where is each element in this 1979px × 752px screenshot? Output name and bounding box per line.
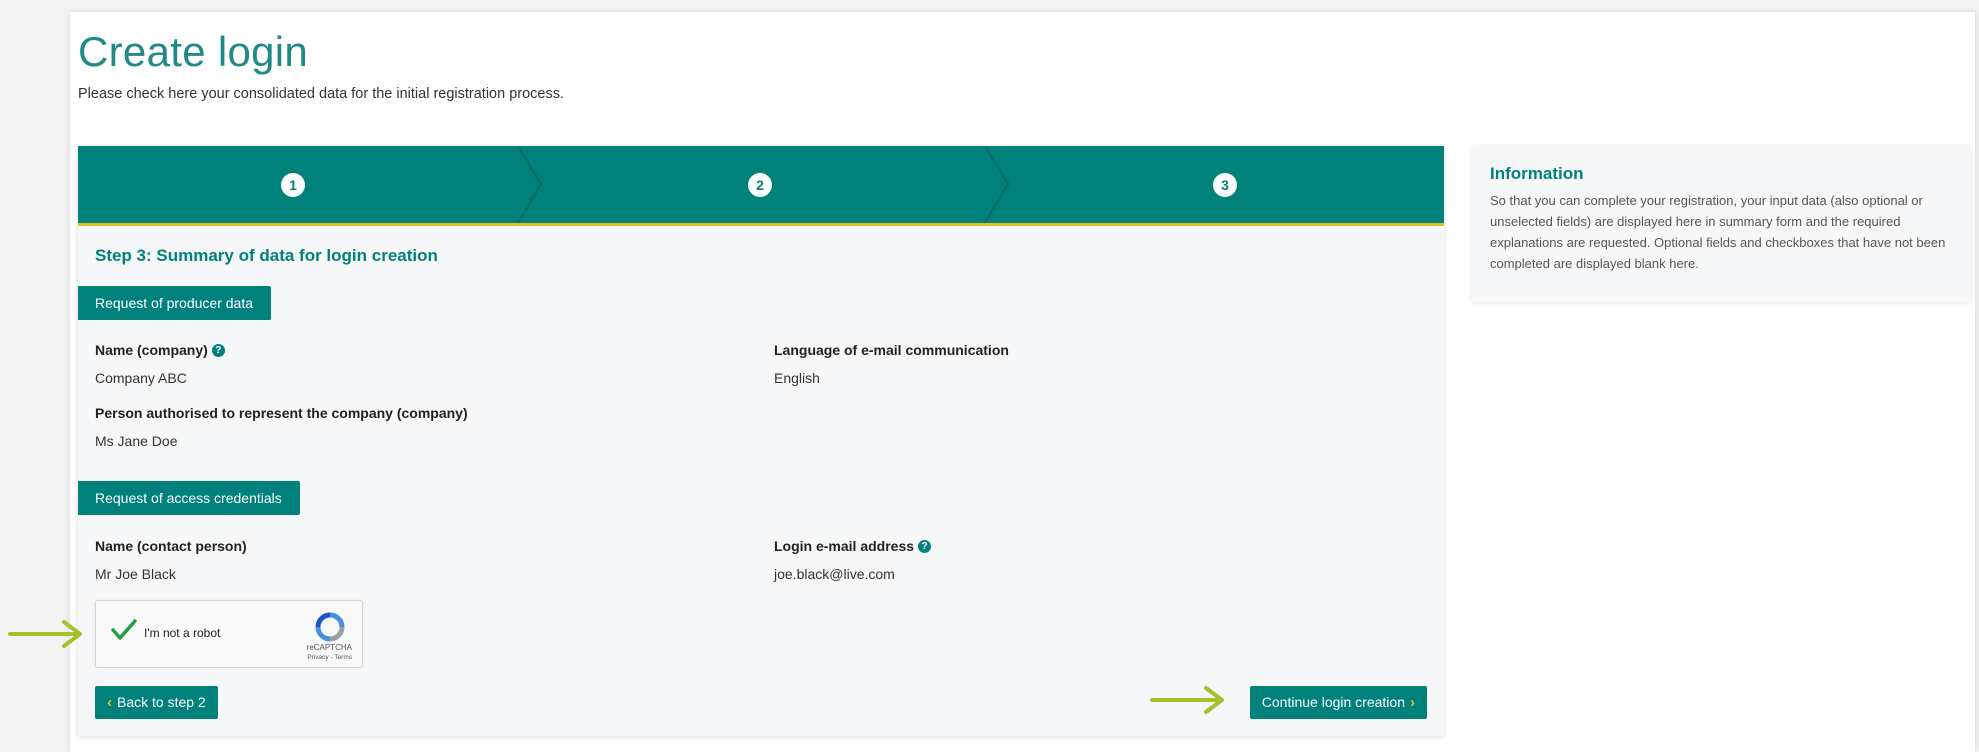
company-name-label: Name (company) ?	[95, 342, 225, 358]
continue-login-creation-button[interactable]: Continue login creation ›	[1249, 686, 1427, 719]
question-circle-icon[interactable]: ?	[918, 539, 932, 553]
progress-stepper: 1 2 3	[78, 146, 1444, 226]
question-circle-icon[interactable]: ?	[211, 343, 225, 357]
company-name-value: Company ABC	[95, 370, 187, 386]
representative-value: Ms Jane Doe	[95, 433, 178, 449]
chevron-right-icon: ›	[1410, 694, 1415, 711]
contact-name-value: Mr Joe Black	[95, 566, 176, 582]
login-email-label: Login e-mail address ?	[774, 538, 932, 554]
annotation-arrow-icon	[1150, 686, 1224, 714]
page-title: Create login	[78, 28, 309, 75]
information-title: Information	[1490, 164, 1584, 183]
chevron-left-icon: ‹	[107, 694, 112, 711]
information-text: So that you can complete your registrati…	[1490, 193, 1946, 271]
producer-section-header: Request of producer data	[78, 286, 271, 320]
annotation-arrow-icon	[8, 620, 82, 648]
step-3-indicator: 3	[1213, 173, 1237, 197]
information-panel: Information So that you can complete you…	[1472, 146, 1970, 302]
contact-name-label: Name (contact person)	[95, 538, 247, 554]
registration-card: 1 2 3 Step 3: Summary of data for login …	[78, 146, 1444, 736]
login-email-value: joe.black@live.com	[774, 566, 895, 582]
language-label: Language of e-mail communication	[774, 342, 1009, 358]
credentials-section-header: Request of access credentials	[78, 481, 300, 515]
page-subtitle: Please check here your consolidated data…	[78, 86, 565, 102]
back-to-step-2-button[interactable]: ‹ Back to step 2	[95, 686, 218, 719]
recaptcha-links[interactable]: Privacy - Terms	[307, 654, 352, 661]
language-value: English	[774, 370, 820, 386]
recaptcha-logo-icon	[315, 612, 345, 642]
representative-label: Person authorised to represent the compa…	[95, 405, 468, 421]
recaptcha-brand: reCAPTCHA	[306, 643, 352, 652]
recaptcha-widget[interactable]: I'm not a robot reCAPTCHA Privacy - Term…	[95, 600, 363, 668]
recaptcha-label: I'm not a robot	[144, 626, 221, 640]
step-title: Step 3: Summary of data for login creati…	[95, 246, 438, 265]
step-2-indicator: 2	[748, 173, 772, 197]
checkmark-icon[interactable]	[110, 617, 138, 643]
step-1-indicator: 1	[281, 173, 305, 197]
